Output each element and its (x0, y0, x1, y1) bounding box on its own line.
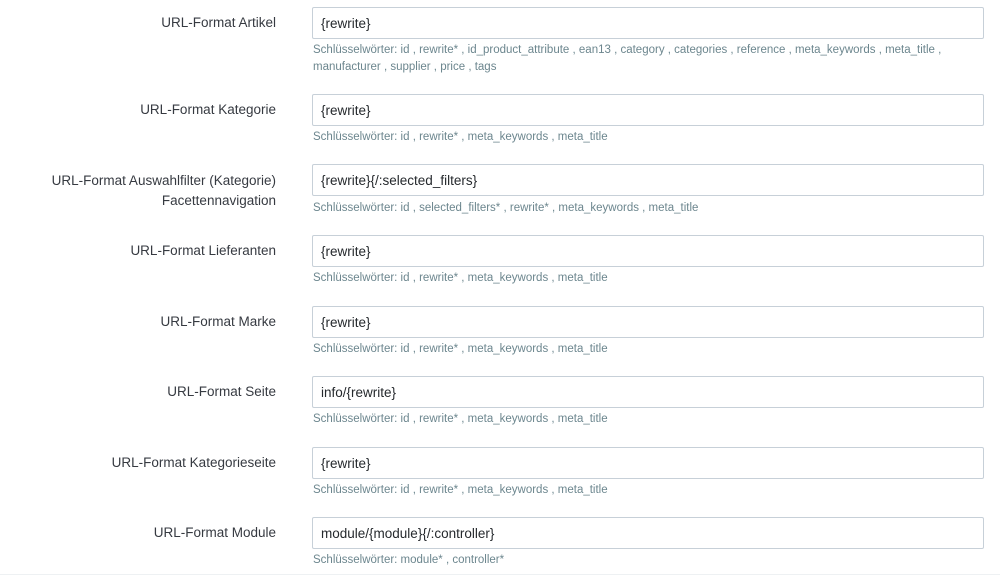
field-label-line: URL-Format Kategorie (140, 102, 276, 117)
keywords-help-text: Schlüsselwörter: id , rewrite* , meta_ke… (313, 343, 608, 355)
field-label: URL-Format Kategorie (20, 100, 276, 120)
field-label: URL-Format Auswahlfilter (Kategorie) Fac… (20, 171, 276, 211)
keywords-help-text: Schlüsselwörter: module* , controller* (313, 554, 505, 566)
supplier-url-format-input[interactable] (312, 235, 984, 267)
keywords-help-text: Schlüsselwörter: id , rewrite* , meta_ke… (313, 272, 608, 284)
field-label-line: URL-Format Seite (167, 384, 276, 399)
cms-category-url-format-input[interactable] (312, 447, 984, 479)
url-format-settings-form: URL-Format Artikel Schlüsselwörter: id ,… (0, 0, 1000, 575)
field-label-line: URL-Format Marke (160, 314, 276, 329)
field-label-line: URL-Format Auswahlfilter (Kategorie) (51, 173, 276, 188)
keywords-help-text: Schlüsselwörter: id , rewrite* , meta_ke… (313, 484, 608, 496)
module-url-format-input[interactable] (312, 517, 984, 549)
keywords-help-text: Schlüsselwörter: id , rewrite* , meta_ke… (313, 413, 608, 425)
field-label: URL-Format Marke (20, 312, 276, 332)
layered-navigation-url-format-input[interactable] (312, 164, 984, 196)
field-label: URL-Format Module (20, 523, 276, 543)
field-label-line: URL-Format Artikel (161, 15, 276, 30)
field-label-line: URL-Format Kategorieseite (111, 455, 276, 470)
field-label: URL-Format Kategorieseite (20, 453, 276, 473)
field-label: URL-Format Artikel (20, 13, 276, 33)
product-url-format-input[interactable] (312, 7, 984, 39)
field-label-line: URL-Format Lieferanten (130, 243, 276, 258)
manufacturer-url-format-input[interactable] (312, 306, 984, 338)
field-label-line: Facettennavigation (161, 193, 276, 208)
keywords-help-text: Schlüsselwörter: id , selected_filters* … (313, 202, 699, 214)
keywords-help-text: Schlüsselwörter: id , rewrite* , id_prod… (313, 44, 942, 73)
field-label: URL-Format Seite (20, 382, 276, 402)
cms-page-url-format-input[interactable] (312, 376, 984, 408)
keywords-help-text: Schlüsselwörter: id , rewrite* , meta_ke… (313, 131, 608, 143)
field-label: URL-Format Lieferanten (20, 241, 276, 261)
category-url-format-input[interactable] (312, 94, 984, 126)
field-label-line: URL-Format Module (153, 525, 276, 540)
